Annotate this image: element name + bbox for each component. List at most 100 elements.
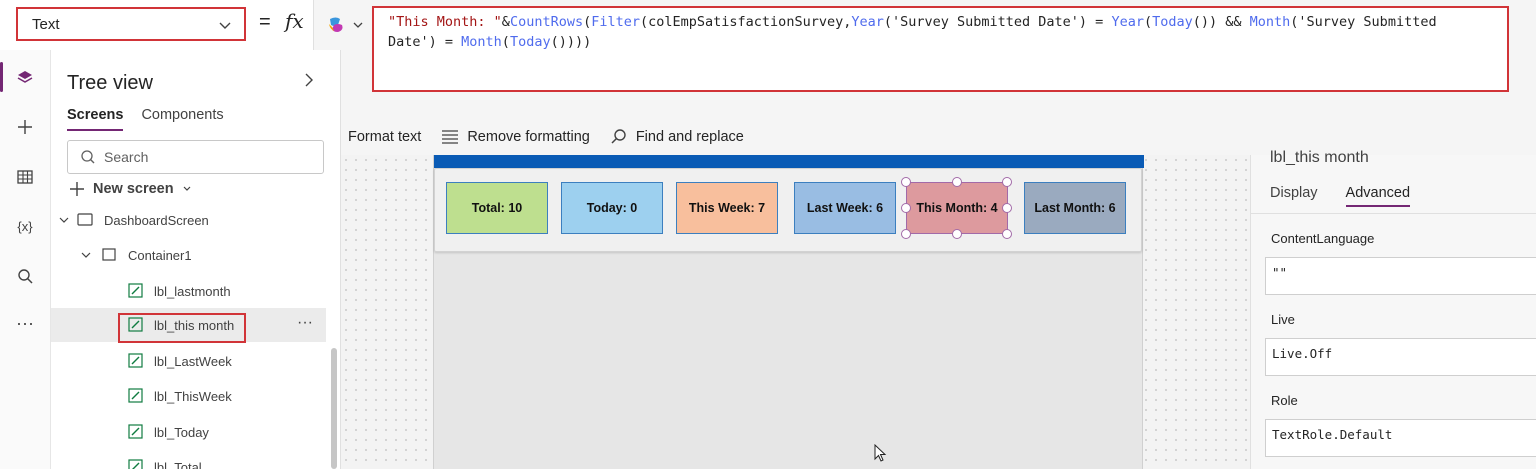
formula-editor[interactable]: "This Month: "&CountRows(Filter(colEmpSa…	[372, 6, 1509, 92]
new-screen-button[interactable]: New screen	[69, 181, 192, 197]
tree-node-lbl-thisweek[interactable]: lbl_ThisWeek	[51, 379, 326, 413]
resize-handle[interactable]	[952, 229, 962, 239]
formula-token: (	[583, 14, 592, 30]
container1[interactable]: Total: 10 Today: 0 This Week: 7 Last Wee…	[434, 168, 1142, 252]
tree-node-lbl-lastweek[interactable]: lbl_LastWeek	[51, 344, 326, 378]
formula-token: "This Month: "	[388, 14, 502, 30]
dashboard-screen[interactable]: Total: 10 Today: 0 This Week: 7 Last Wee…	[433, 155, 1144, 469]
formula-token: Today	[509, 34, 551, 50]
tree-view-pane: Tree view Screens Components Search New …	[51, 50, 341, 469]
properties-tabs: Display Advanced	[1270, 185, 1411, 207]
formula-line-1: "This Month: "&CountRows(Filter(colEmpSa…	[388, 12, 1493, 32]
formula-token: ('Survey Submitted Date') =	[883, 14, 1112, 30]
chevron-right-icon[interactable]	[303, 72, 315, 88]
new-screen-label: New screen	[93, 181, 174, 197]
resize-handle[interactable]	[901, 203, 911, 213]
tree-node-lbl-today[interactable]: lbl_Today	[51, 415, 326, 449]
chevron-down-icon	[353, 22, 363, 28]
property-dropdown[interactable]: Text	[16, 7, 246, 41]
role-input[interactable]: TextRole.Default	[1265, 419, 1536, 457]
label-edit-icon	[128, 283, 143, 298]
tree-node-lbl-total[interactable]: lbl_Total	[51, 450, 326, 469]
fx-icon: fx	[285, 9, 304, 33]
card-total[interactable]: Total: 10	[446, 182, 548, 234]
search-icon	[611, 128, 626, 144]
left-rail: {x} ···	[0, 50, 51, 469]
formula-token: Filter	[591, 14, 641, 30]
chevron-down-icon[interactable]	[81, 250, 91, 260]
card-label: This Week: 7	[688, 201, 766, 215]
tree-node-label: lbl_LastWeek	[154, 354, 232, 369]
find-replace-button[interactable]: Find and replace	[610, 128, 744, 146]
tree-node-label: DashboardScreen	[104, 213, 209, 228]
live-input[interactable]: Live.Off	[1265, 338, 1536, 376]
card-last-month[interactable]: Last Month: 6	[1024, 182, 1126, 234]
property-dropdown-value: Text	[32, 15, 60, 33]
tree-node-label: lbl_Total	[154, 460, 202, 469]
tree-node-label: lbl_this month	[154, 318, 235, 333]
formula-line-2: Date') = Month(Today())))	[388, 32, 1493, 52]
tree-view-rail-button[interactable]	[14, 67, 36, 89]
tree-search-input[interactable]: Search	[67, 140, 324, 174]
tree-tabs: Screens Components	[67, 107, 224, 131]
find-replace-label: Find and replace	[635, 128, 744, 145]
copilot-icon	[329, 17, 343, 32]
ellipsis-icon: ···	[16, 312, 34, 333]
resize-handle[interactable]	[1002, 203, 1012, 213]
data-rail-button[interactable]	[14, 166, 36, 188]
live-label: Live	[1271, 312, 1295, 327]
label-edit-icon	[128, 317, 143, 332]
tab-components[interactable]: Components	[141, 107, 223, 131]
resize-handle[interactable]	[1002, 177, 1012, 187]
more-rail-button[interactable]: ···	[14, 312, 36, 334]
content-language-input[interactable]: ""	[1265, 257, 1536, 295]
table-icon	[17, 170, 33, 184]
tree-node-lbl-this-month[interactable]: lbl_this month ···	[51, 308, 326, 343]
tab-advanced[interactable]: Advanced	[1345, 185, 1411, 207]
card-this-week[interactable]: This Week: 7	[676, 182, 778, 234]
insert-rail-button[interactable]	[14, 116, 36, 138]
tree-node-label: lbl_Today	[154, 425, 209, 440]
formula-token: Year	[1111, 14, 1144, 30]
tab-display[interactable]: Display	[1270, 185, 1318, 207]
tree-node-label: lbl_ThisWeek	[154, 389, 232, 404]
role-label: Role	[1271, 393, 1298, 408]
resize-handle[interactable]	[901, 229, 911, 239]
tree-node-lbl-lastmonth[interactable]: lbl_lastmonth	[51, 274, 326, 308]
card-today[interactable]: Today: 0	[561, 182, 663, 234]
more-options-icon[interactable]: ···	[297, 314, 313, 332]
variables-icon: {x}	[17, 218, 33, 234]
layers-icon	[17, 71, 33, 83]
selected-control-name: lbl_this month	[1270, 149, 1369, 166]
label-edit-icon	[128, 353, 143, 368]
card-last-week[interactable]: Last Week: 6	[794, 182, 896, 234]
resize-handle[interactable]	[901, 177, 911, 187]
resize-handle[interactable]	[952, 177, 962, 187]
tree-node-dashboardscreen[interactable]: DashboardScreen	[51, 203, 326, 237]
card-label: Today: 0	[586, 201, 638, 215]
tree-node-container1[interactable]: Container1	[51, 238, 326, 272]
plus-icon	[18, 120, 32, 134]
tree-scrollbar[interactable]	[331, 348, 337, 469]
screen-icon	[77, 213, 93, 226]
chevron-down-icon[interactable]	[59, 215, 69, 225]
screen-header-bar	[434, 155, 1144, 168]
card-label: Total: 10	[471, 201, 523, 215]
formula-token: ())))	[550, 34, 592, 50]
remove-formatting-button[interactable]: Remove formatting	[441, 129, 590, 145]
tree-node-label: lbl_lastmonth	[154, 284, 231, 299]
formula-token: Year	[851, 14, 884, 30]
formula-token: CountRows	[509, 14, 584, 30]
design-canvas[interactable]: Total: 10 Today: 0 This Week: 7 Last Wee…	[341, 155, 1250, 469]
tab-screens[interactable]: Screens	[67, 107, 124, 131]
formula-token: ('Survey Submitted	[1290, 14, 1437, 30]
search-rail-button[interactable]	[14, 265, 36, 287]
copilot-button[interactable]	[326, 14, 366, 36]
search-icon	[81, 150, 95, 164]
resize-handle[interactable]	[1002, 229, 1012, 239]
tree-node-label: Container1	[128, 248, 192, 263]
card-this-month[interactable]: This Month: 4	[906, 182, 1008, 234]
variables-rail-button[interactable]: {x}	[14, 215, 36, 237]
card-label: This Month: 4	[916, 201, 998, 215]
remove-formatting-icon	[442, 129, 459, 144]
